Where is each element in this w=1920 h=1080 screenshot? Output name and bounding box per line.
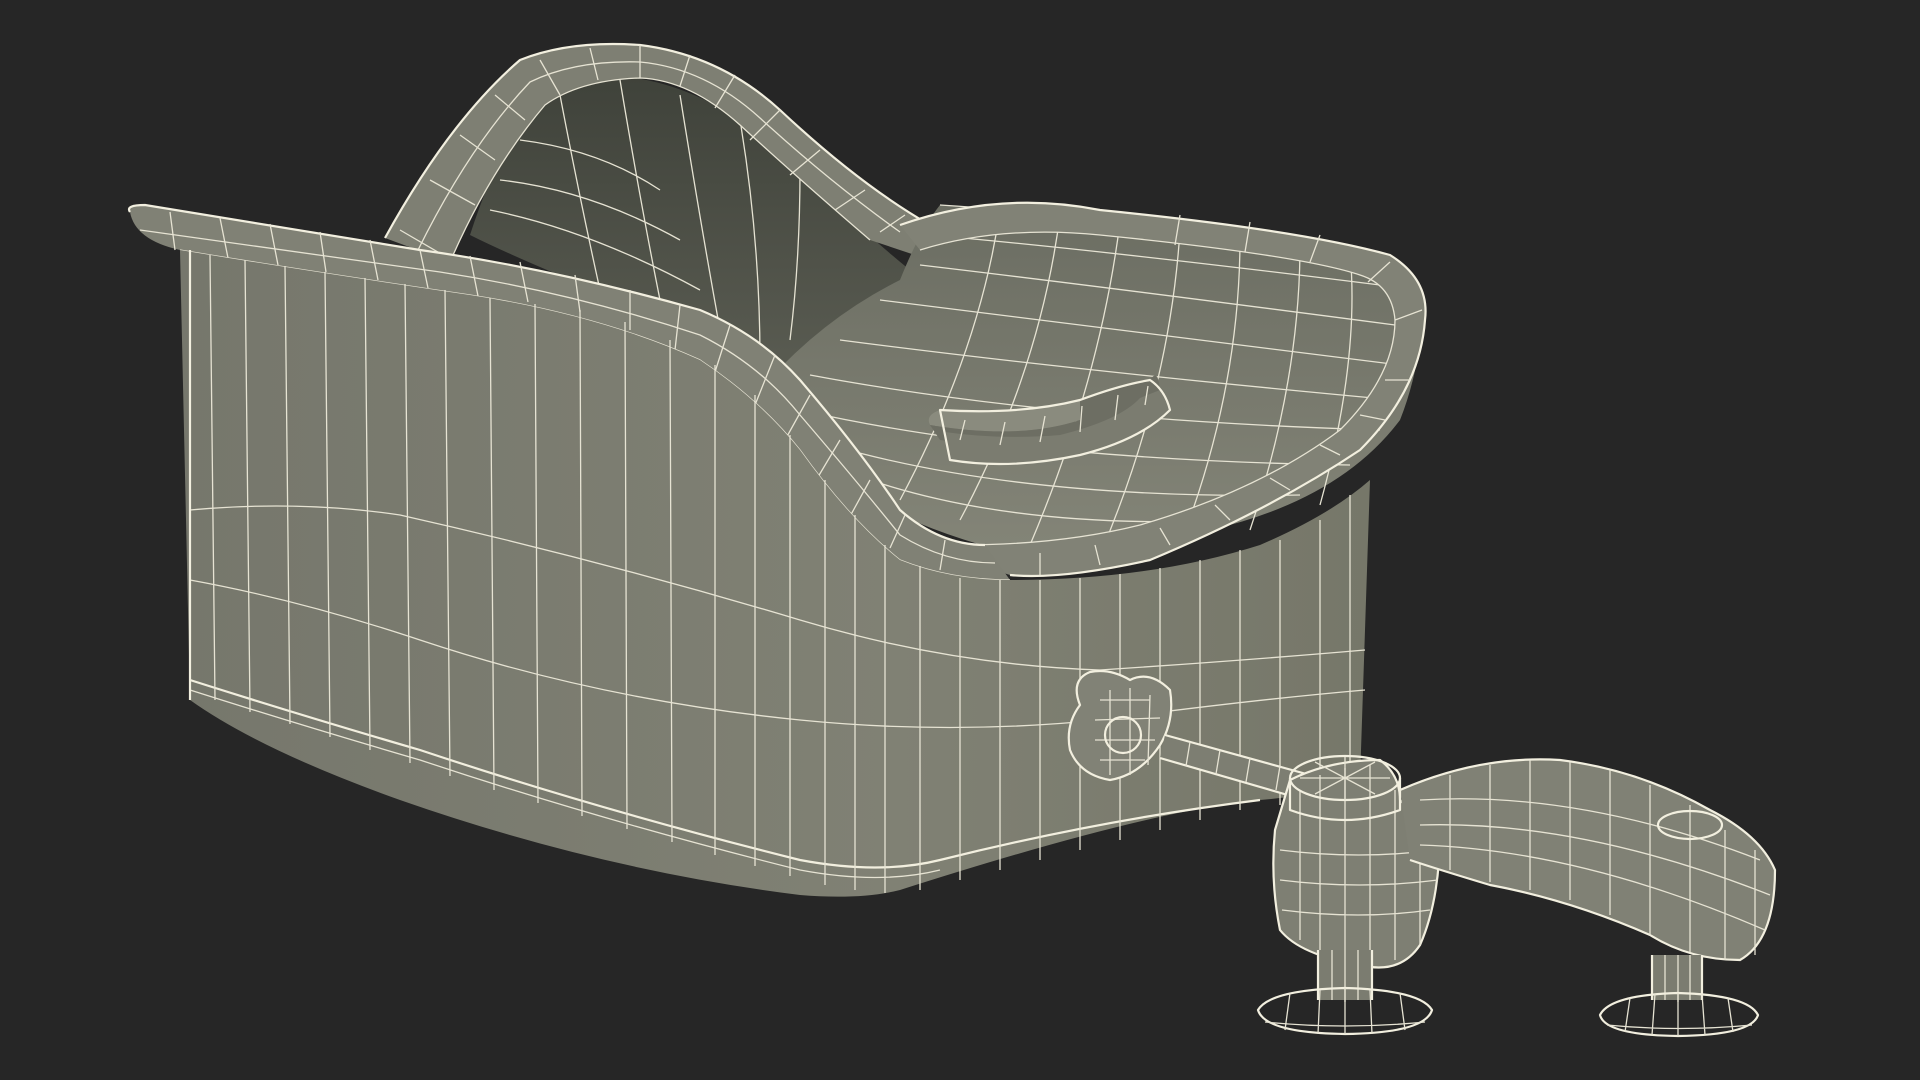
render-viewport: [0, 0, 1920, 1080]
side-arm: [1272, 754, 1777, 969]
left-foot: [1256, 950, 1434, 1036]
wireframe-render: [127, 42, 1777, 1038]
right-foot: [1598, 955, 1760, 1038]
